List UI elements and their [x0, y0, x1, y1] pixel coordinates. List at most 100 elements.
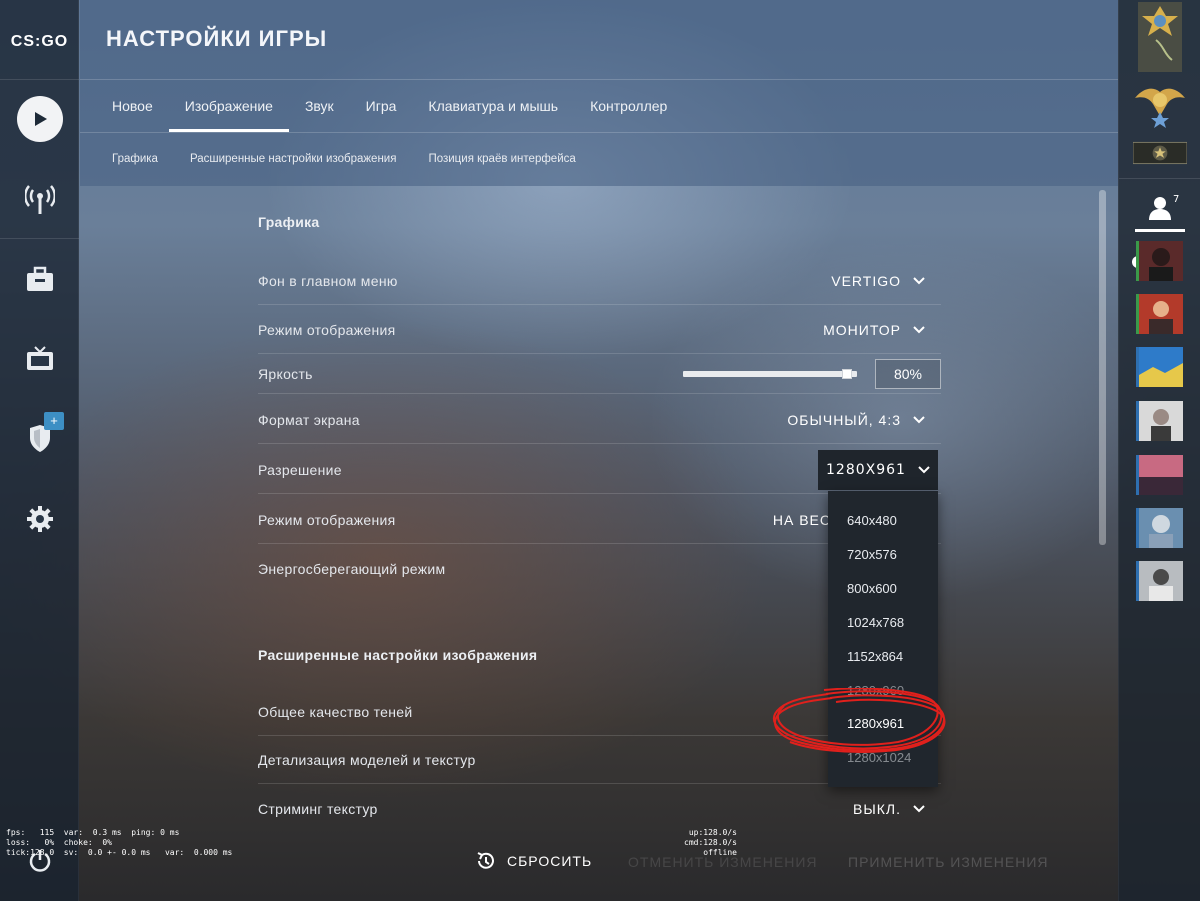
subtab-hud-edge[interactable]: Позиция краёв интерфейса	[412, 133, 591, 185]
aspect-ratio-dropdown[interactable]: ОБЫЧНЫЙ, 4:3	[787, 412, 941, 428]
sidebar-divider	[0, 79, 79, 80]
chevron-down-icon	[913, 415, 925, 423]
setting-row-aspect-ratio: Формат экрана ОБЫЧНЫЙ, 4:3	[258, 396, 941, 444]
gear-icon	[26, 506, 53, 532]
tab-new[interactable]: Новое	[96, 80, 169, 132]
plus-badge-icon: +	[44, 412, 64, 430]
avatar	[1139, 508, 1183, 548]
setting-label: Формат экрана	[258, 411, 360, 428]
setting-label: Стриминг текстур	[258, 801, 378, 817]
operation-button[interactable]	[0, 404, 79, 474]
setting-row-menu-background: Фон в главном меню VERTIGO	[258, 257, 941, 305]
friends-button[interactable]	[1135, 186, 1185, 232]
section-title-graphics: Графика	[258, 214, 320, 230]
brightness-value-box[interactable]: 80%	[875, 358, 941, 389]
setting-row-display-mode: Режим отображения МОНИТОР	[258, 306, 941, 354]
play-button[interactable]	[0, 84, 79, 154]
csgo-logo: CS:GO	[10, 33, 69, 50]
setting-label: Энергосберегающий режим	[258, 561, 446, 577]
chevron-down-icon	[913, 805, 925, 813]
chevron-down-icon	[913, 276, 925, 284]
operation-coin-icon[interactable]	[1133, 140, 1187, 166]
friend-avatar[interactable]	[1136, 347, 1183, 387]
friend-avatar[interactable]	[1136, 455, 1183, 495]
social-sidebar: 7	[1118, 0, 1200, 901]
page-title: НАСТРОЙКИ ИГРЫ	[106, 26, 328, 51]
brightness-slider[interactable]	[683, 368, 857, 379]
resolution-option[interactable]: 1024x768	[828, 606, 938, 640]
settings-header: НАСТРОЙКИ ИГРЫ Новое Изображение Звук Иг…	[80, 0, 1118, 186]
resolution-option[interactable]: 800x600	[828, 572, 938, 606]
friend-avatar[interactable]	[1136, 561, 1183, 601]
resolution-option[interactable]: 1152x864	[828, 640, 938, 674]
setting-value: VERTIGO	[831, 272, 901, 289]
user-icon	[1149, 196, 1171, 220]
tab-bar: Новое Изображение Звук Игра Клавиатура и…	[96, 80, 683, 132]
settings-scrollbar[interactable]	[1099, 190, 1106, 545]
resolution-option[interactable]: 640x480	[828, 504, 938, 538]
reset-icon	[477, 852, 494, 869]
setting-value: НА ВЕС	[772, 511, 831, 528]
avatar	[1139, 294, 1183, 334]
broadcast-button[interactable]	[0, 164, 79, 234]
tab-game[interactable]: Игра	[350, 80, 413, 132]
main-sidebar: CS:GO +	[0, 0, 79, 901]
setting-label: Яркость	[258, 365, 313, 382]
chevron-down-icon	[913, 325, 925, 333]
resolution-option[interactable]: 720x576	[828, 538, 938, 572]
setting-label: Фон в главном меню	[258, 272, 398, 289]
tab-controller[interactable]: Контроллер	[574, 80, 683, 132]
friend-avatar[interactable]	[1136, 401, 1183, 441]
subtab-advanced-video[interactable]: Расширенные настройки изображения	[174, 133, 413, 185]
chevron-down-icon	[918, 465, 930, 473]
resolution-dropdown[interactable]: 1280X961	[818, 449, 938, 490]
highlight-scribble	[772, 688, 946, 753]
apply-changes-button[interactable]: ПРИМЕНИТЬ ИЗМЕНЕНИЯ	[848, 854, 1049, 870]
setting-value: МОНИТОР	[823, 321, 901, 338]
netgraph-right: up:128.0/s cmd:128.0/s offline	[684, 828, 737, 857]
tab-audio[interactable]: Звук	[289, 80, 350, 132]
avatar	[1139, 561, 1183, 601]
setting-value: ОБЫЧНЫЙ, 4:3	[787, 411, 901, 428]
brightness-control: 80%	[683, 358, 941, 389]
rank-medal-icon[interactable]	[1133, 2, 1187, 72]
avatar	[1139, 241, 1183, 281]
setting-label: Общее качество теней	[258, 703, 413, 720]
sidebar-divider	[1119, 178, 1200, 179]
friend-avatar[interactable]	[1136, 508, 1183, 548]
tab-keyboard-mouse[interactable]: Клавиатура и мышь	[412, 80, 574, 132]
setting-row-resolution: Разрешение 1280X961	[258, 446, 941, 494]
netgraph-left: fps: 115 var: 0.3 ms ping: 0 ms loss: 0%…	[6, 828, 233, 857]
texture-streaming-dropdown[interactable]: ВЫКЛ.	[853, 801, 941, 817]
reset-button[interactable]: СБРОСИТЬ	[475, 850, 592, 872]
friend-avatar[interactable]	[1136, 241, 1183, 281]
friend-avatar[interactable]	[1136, 294, 1183, 334]
subtab-bar: Графика Расширенные настройки изображени…	[96, 133, 592, 185]
settings-button[interactable]	[0, 484, 79, 554]
setting-value: ВЫКЛ.	[853, 801, 901, 817]
section-title-advanced: Расширенные настройки изображения	[258, 647, 538, 663]
setting-label: Детализация моделей и текстур	[258, 751, 476, 768]
tv-icon	[26, 346, 53, 370]
display-mode-dropdown[interactable]: МОНИТОР	[823, 322, 941, 338]
inventory-button[interactable]	[0, 244, 79, 314]
setting-label: Режим отображения	[258, 511, 396, 528]
avatar	[1139, 455, 1183, 495]
briefcase-icon	[26, 266, 53, 291]
bottom-action-bar: СБРОСИТЬ ОТМЕНИТЬ ИЗМЕНЕНИЯ ПРИМЕНИТЬ ИЗ…	[80, 822, 1118, 901]
watch-button[interactable]	[0, 324, 79, 394]
eagle-rank-icon[interactable]	[1133, 82, 1187, 128]
setting-row-brightness: Яркость 80%	[258, 354, 941, 394]
reset-label: СБРОСИТЬ	[507, 853, 593, 869]
setting-label: Режим отображения	[258, 321, 396, 338]
broadcast-icon	[24, 185, 55, 214]
setting-label: Разрешение	[258, 461, 342, 478]
avatar	[1139, 401, 1183, 441]
menu-background-dropdown[interactable]: VERTIGO	[831, 273, 941, 289]
setting-value: 1280X961	[826, 461, 906, 478]
slider-handle[interactable]	[841, 368, 852, 379]
avatar	[1139, 347, 1183, 387]
play-icon	[16, 96, 63, 142]
subtab-graphics[interactable]: Графика	[96, 133, 174, 185]
tab-video[interactable]: Изображение	[168, 80, 290, 132]
